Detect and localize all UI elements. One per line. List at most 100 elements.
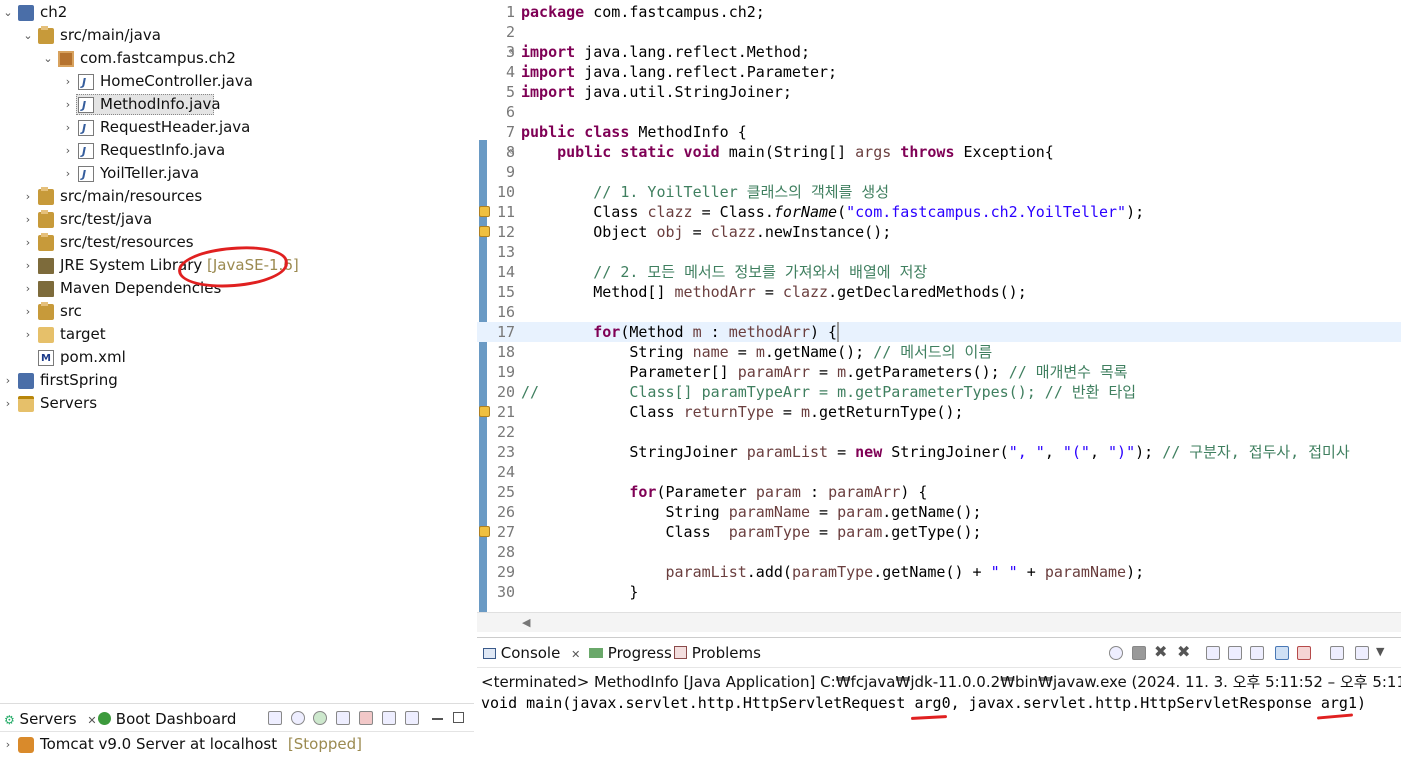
tree-item-methodinfo[interactable]: › MethodInfo.java (0, 93, 474, 117)
keyword: public static void (557, 143, 720, 161)
expand-arrow-icon[interactable]: › (62, 139, 74, 162)
tab-progress[interactable]: Progress (589, 642, 672, 664)
variable: paramType (728, 523, 810, 541)
tab-problems[interactable]: Problems (674, 642, 761, 664)
sync-icon[interactable] (1109, 646, 1123, 660)
show-on-stderr-icon[interactable] (1297, 646, 1311, 660)
tree-item-yoilteller[interactable]: › YoilTeller.java (0, 162, 474, 186)
expand-arrow-icon[interactable]: › (62, 93, 74, 116)
line-number: 29 (496, 563, 515, 581)
horizontal-scrollbar[interactable]: ◀ (477, 612, 1401, 632)
expand-arrow-icon[interactable]: › (2, 733, 14, 756)
code-text: = (728, 343, 756, 361)
variable: paramName (1044, 563, 1127, 581)
tree-item-label: src (60, 302, 82, 320)
variable: paramList (665, 563, 747, 581)
fold-icon[interactable]: ⊖ (509, 42, 514, 62)
start-server-icon[interactable] (313, 711, 327, 725)
tree-item-package[interactable]: ⌄ com.fastcampus.ch2 (0, 47, 474, 70)
expand-arrow-icon[interactable]: › (2, 392, 14, 415)
code-text: String (665, 503, 729, 521)
expand-arrow-icon[interactable]: › (22, 208, 34, 231)
pin-console-icon[interactable] (1330, 646, 1344, 660)
code-text: .getName(); (764, 343, 874, 361)
tab-console[interactable]: Console ✕ (483, 642, 580, 664)
show-on-stdout-icon[interactable] (1275, 646, 1289, 660)
keyword: import (521, 63, 576, 81)
variable: m (800, 403, 810, 421)
stop-server-icon[interactable] (359, 711, 373, 725)
expand-arrow-icon[interactable]: › (62, 162, 74, 185)
expand-arrow-icon[interactable]: › (22, 277, 34, 300)
code-editor[interactable]: 1 package com.fastcampus.ch2; 2 3 ⊖ import … (477, 0, 1401, 632)
clear-console-icon[interactable] (1206, 646, 1220, 660)
clean-icon[interactable] (405, 711, 419, 725)
tree-item-homecontroller[interactable]: › HomeController.java (0, 70, 474, 94)
keyword: import (521, 83, 576, 101)
keyword: for (593, 323, 621, 341)
string: " " (990, 563, 1018, 581)
code-text: } (629, 583, 639, 601)
tree-item-src[interactable]: › src (0, 300, 474, 323)
tab-boot-dashboard[interactable]: Boot Dashboard (98, 708, 236, 730)
remove-all-icon[interactable]: ✖ (1177, 642, 1190, 661)
tree-item-servers[interactable]: › Servers (0, 392, 474, 415)
line-number: 30 (496, 583, 515, 601)
source-folder-icon (38, 210, 54, 228)
line-number: 19 (496, 363, 515, 381)
code-text: ); (1126, 203, 1145, 221)
expand-arrow-icon[interactable]: › (2, 369, 14, 392)
expand-arrow-icon[interactable]: › (22, 300, 34, 323)
close-icon[interactable]: ✕ (87, 714, 96, 727)
expand-arrow-icon[interactable]: › (62, 70, 74, 93)
collapse-arrow-icon[interactable]: ⌄ (42, 47, 54, 70)
collapse-arrow-icon[interactable]: ⌄ (2, 1, 14, 24)
tab-label: Boot Dashboard (115, 710, 237, 728)
tab-servers[interactable]: ⚙ Servers ✕ (4, 708, 97, 730)
remove-launch-icon[interactable]: ✖ (1154, 642, 1167, 661)
profile-server-icon[interactable] (336, 711, 350, 725)
variable: m (755, 343, 765, 361)
close-icon[interactable]: ✕ (571, 648, 580, 661)
console-status-line: <terminated> MethodInfo [Java Applicatio… (481, 673, 1401, 691)
code-text: ) { (810, 323, 838, 341)
fold-icon[interactable]: ⊖ (509, 142, 514, 162)
collapse-arrow-icon[interactable]: ⌄ (22, 24, 34, 47)
tree-item-src-main-java[interactable]: ⌄ src/main/java (0, 24, 474, 47)
collapse-all-icon[interactable] (268, 711, 282, 725)
expand-arrow-icon[interactable]: › (22, 185, 34, 208)
tree-item-src-test-java[interactable]: › src/test/java (0, 208, 474, 231)
keyword: public class (521, 123, 630, 141)
chevron-down-icon[interactable]: ▼ (1376, 645, 1384, 658)
keyword: package (521, 3, 585, 21)
java-file-icon (78, 163, 94, 186)
expand-arrow-icon[interactable]: › (22, 231, 34, 254)
code-text: Class (593, 203, 648, 221)
tree-item-pom[interactable]: pom.xml (0, 346, 474, 370)
red-underline (910, 715, 948, 720)
code-text: .newInstance(); (755, 223, 892, 241)
publish-icon[interactable] (382, 711, 396, 725)
display-console-icon[interactable] (1355, 646, 1369, 660)
comment: // 메서드의 이름 (873, 343, 993, 361)
server-row[interactable]: › Tomcat v9.0 Server at localhost [Stopp… (0, 733, 474, 756)
tree-item-src-main-resources[interactable]: › src/main/resources (0, 185, 474, 208)
tree-item-requestheader[interactable]: › RequestHeader.java (0, 116, 474, 140)
tree-item-firstspring[interactable]: › firstSpring (0, 369, 474, 392)
current-code-line[interactable]: 17 for(Method m : methodArr) { (477, 322, 1401, 342)
expand-arrow-icon[interactable]: › (22, 323, 34, 346)
expand-arrow-icon[interactable]: › (62, 116, 74, 139)
tree-item-target[interactable]: › target (0, 323, 474, 346)
expand-arrow-icon[interactable]: › (22, 254, 34, 277)
terminate-icon[interactable] (1132, 646, 1146, 660)
code-text: (Parameter (656, 483, 756, 501)
minimize-icon[interactable] (432, 718, 443, 720)
debug-server-icon[interactable] (291, 711, 305, 725)
tree-item-requestinfo[interactable]: › RequestInfo.java (0, 139, 474, 163)
code-text: + (1017, 563, 1045, 581)
tree-item-ch2[interactable]: ⌄ ch2 (0, 1, 474, 24)
maximize-icon[interactable] (453, 712, 464, 723)
scroll-left-icon[interactable]: ◀ (522, 616, 530, 629)
scroll-lock-icon[interactable] (1228, 646, 1242, 660)
word-wrap-icon[interactable] (1250, 646, 1264, 660)
